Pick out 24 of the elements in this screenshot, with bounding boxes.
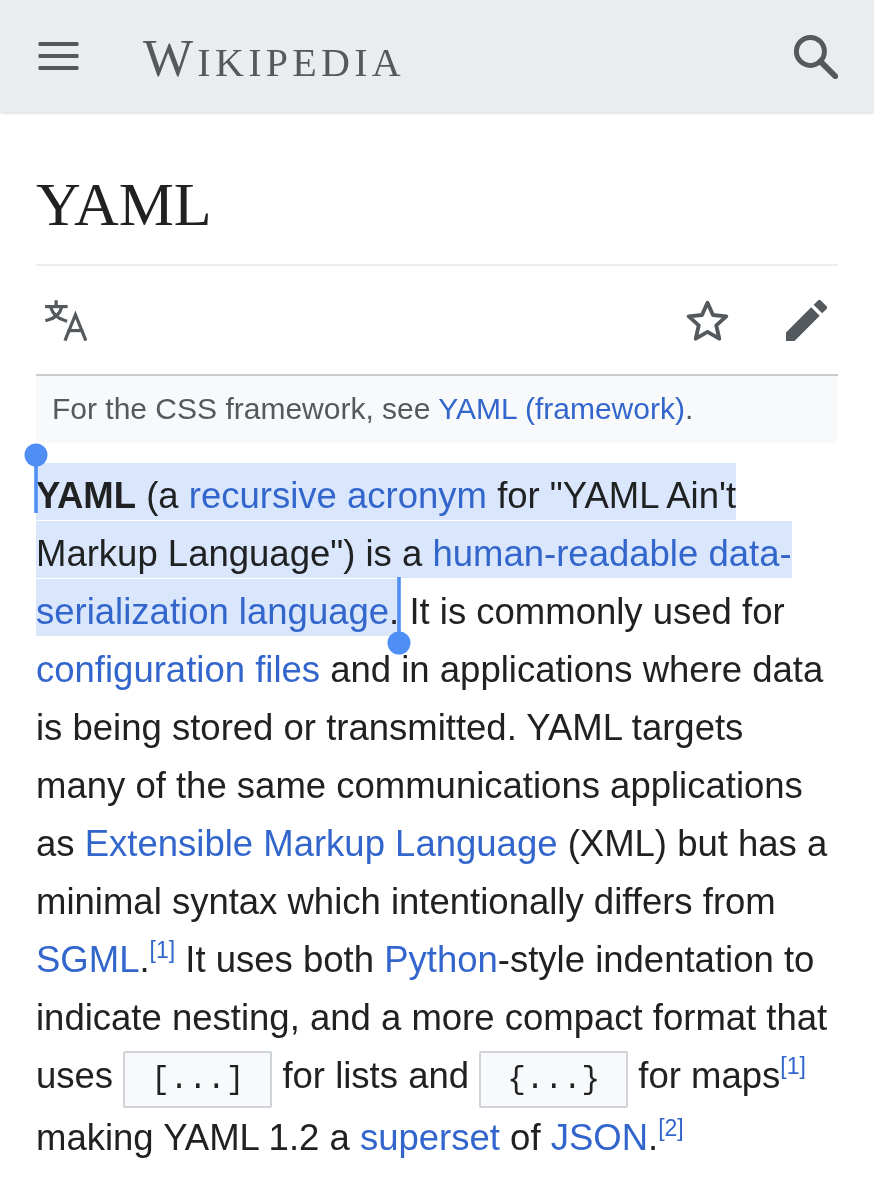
article-link[interactable]: recursive acronym <box>188 463 487 520</box>
hatnote-link[interactable]: YAML (framework) <box>438 392 685 425</box>
pencil-icon[interactable] <box>786 299 827 341</box>
menu-icon[interactable] <box>38 41 79 71</box>
inline-code: {...} <box>479 1051 629 1108</box>
star-icon[interactable] <box>686 299 729 341</box>
article-link[interactable]: configuration files <box>36 649 321 690</box>
citation-link[interactable]: [1] <box>149 937 176 964</box>
article-link[interactable]: SGML <box>36 939 140 980</box>
search-icon[interactable] <box>792 33 838 79</box>
citation-link[interactable]: [2] <box>658 1115 684 1142</box>
hatnote: For the CSS framework, see YAML (framework). <box>36 376 838 443</box>
inline-code: [...] <box>123 1051 273 1108</box>
citation-link[interactable]: [1] <box>780 1053 806 1080</box>
article-link[interactable]: JSON <box>550 1117 649 1158</box>
article-link[interactable]: serialization language <box>36 579 390 636</box>
article-link[interactable]: human-readable data- <box>432 521 792 578</box>
selection-end-handle[interactable] <box>387 577 412 655</box>
article-link[interactable]: Python <box>384 939 498 980</box>
translate-icon[interactable] <box>45 299 90 341</box>
article-link[interactable]: superset <box>359 1117 500 1158</box>
page-title: YAML <box>36 169 213 240</box>
article-link[interactable]: Extensible Markup Language <box>84 823 558 864</box>
wordmark[interactable]: WIKIPEDIA <box>143 31 406 85</box>
